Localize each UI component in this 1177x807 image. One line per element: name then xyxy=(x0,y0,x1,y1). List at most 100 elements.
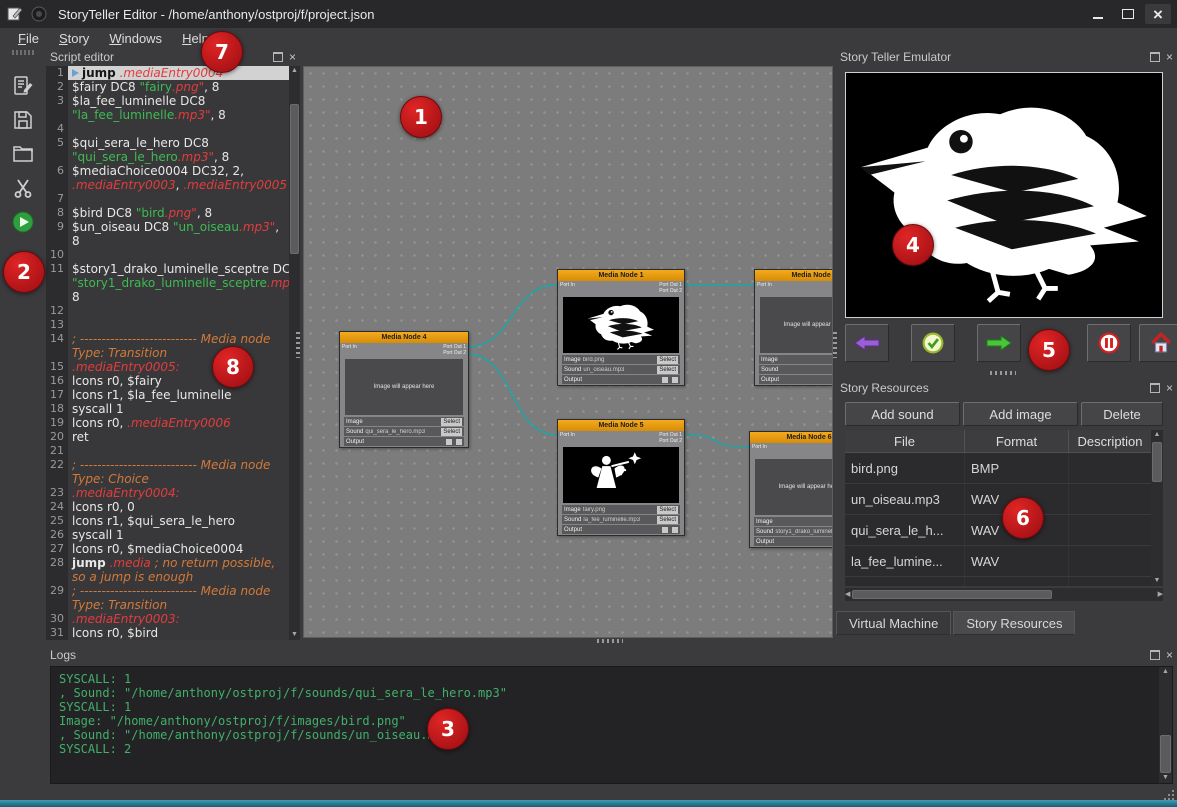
run-story-button[interactable] xyxy=(8,207,38,237)
code-line[interactable]: 18syscall 1 xyxy=(46,402,289,416)
table-row[interactable]: qui_sera_le_h...WAV xyxy=(845,515,1151,546)
add-sound-button[interactable]: Add sound xyxy=(845,402,960,426)
select-button[interactable]: Select xyxy=(441,418,462,426)
next-button[interactable] xyxy=(977,324,1021,362)
column-file[interactable]: File xyxy=(845,430,965,452)
code-line[interactable]: 17lcons r1, $la_fee_luminelle xyxy=(46,388,289,402)
code-line[interactable]: 10 xyxy=(46,248,289,262)
code-line[interactable]: 23.mediaEntry0004: xyxy=(46,486,289,500)
select-button[interactable]: Select xyxy=(657,506,678,514)
menu-story[interactable]: Story xyxy=(49,30,99,47)
code-line[interactable]: 12 xyxy=(46,304,289,318)
close-dock-icon[interactable] xyxy=(1166,382,1173,394)
table-h-scrollbar[interactable] xyxy=(845,588,1163,601)
code-line[interactable]: 27lcons r0, $mediaChoice0004 xyxy=(46,542,289,556)
scroll-right-icon[interactable] xyxy=(1158,590,1163,600)
media-node[interactable]: Media Node 6Port InPort Out 1Port Out 2I… xyxy=(749,431,833,548)
port-in[interactable]: Port In xyxy=(560,282,575,294)
code-line[interactable]: 11$story1_drako_luminelle_sceptre DC8 "s… xyxy=(46,262,289,304)
scroll-down-icon[interactable] xyxy=(291,630,298,640)
scrollbar-thumb[interactable] xyxy=(852,590,1052,599)
ok-button[interactable] xyxy=(911,324,955,362)
scroll-down-icon[interactable] xyxy=(1162,773,1169,783)
float-dock-icon[interactable] xyxy=(1150,383,1160,393)
code-line[interactable]: 2$fairy DC8 "fairy.png", 8 xyxy=(46,80,289,94)
close-dock-icon[interactable] xyxy=(1166,51,1173,63)
cut-button[interactable] xyxy=(8,173,38,203)
table-row[interactable]: fairy.pngBMP xyxy=(845,577,1151,586)
code-line[interactable]: 21 xyxy=(46,444,289,458)
code-line[interactable]: 7 xyxy=(46,192,289,206)
minimize-button[interactable] xyxy=(1085,4,1111,24)
output-icon[interactable] xyxy=(662,377,668,383)
maximize-button[interactable] xyxy=(1115,4,1141,24)
logs-content[interactable]: SYSCALL: 1, Sound: "/home/anthony/ostpro… xyxy=(51,667,1159,783)
scroll-up-icon[interactable] xyxy=(1162,667,1169,677)
code-line[interactable]: 4 xyxy=(46,122,289,136)
scroll-up-icon[interactable] xyxy=(1154,430,1161,440)
code-line[interactable]: 26syscall 1 xyxy=(46,528,289,542)
previous-button[interactable] xyxy=(845,324,889,362)
menu-file[interactable]: File xyxy=(8,30,49,47)
emulator-titlebar[interactable]: Story Teller Emulator xyxy=(836,47,1177,66)
code-line[interactable]: 29; --------------------------- Media no… xyxy=(46,584,289,612)
output-icon[interactable] xyxy=(662,527,668,533)
port-in[interactable]: Port In xyxy=(560,432,575,444)
close-button[interactable] xyxy=(1145,4,1171,24)
code-line[interactable]: 9$un_oiseau DC8 "un_oiseau.mp3", 8 xyxy=(46,220,289,248)
toolbar-drag-handle[interactable] xyxy=(12,50,34,55)
media-node[interactable]: Media Node 1Port InPort Out 1Port Out 2 … xyxy=(557,269,685,386)
save-button[interactable] xyxy=(8,105,38,135)
menu-windows[interactable]: Windows xyxy=(99,30,172,47)
float-dock-icon[interactable] xyxy=(273,52,283,62)
resources-titlebar[interactable]: Story Resources xyxy=(836,378,1177,397)
code-line[interactable]: 25lcons r1, $qui_sera_le_hero xyxy=(46,514,289,528)
select-button[interactable]: Select xyxy=(441,428,462,436)
scrollbar-thumb[interactable] xyxy=(290,104,299,254)
scrollbar-thumb[interactable] xyxy=(1152,442,1162,482)
output-icon[interactable] xyxy=(446,439,452,445)
code-line[interactable]: 28jump .media ; no return possible, so a… xyxy=(46,556,289,584)
script-code[interactable]: 1jump .mediaEntry00042$fairy DC8 "fairy.… xyxy=(46,66,289,640)
code-line[interactable]: 8$bird DC8 "bird.png", 8 xyxy=(46,206,289,220)
table-scrollbar[interactable] xyxy=(1151,430,1163,586)
column-description[interactable]: Description xyxy=(1069,430,1151,452)
code-line[interactable]: 6$mediaChoice0004 DC32, 2, .mediaEntry00… xyxy=(46,164,289,192)
float-dock-icon[interactable] xyxy=(1150,52,1160,62)
scrollbar-thumb[interactable] xyxy=(1160,735,1171,773)
logs-scrollbar[interactable] xyxy=(1159,667,1172,783)
code-line[interactable]: 16lcons r0, $fairy xyxy=(46,374,289,388)
home-button[interactable] xyxy=(1139,324,1177,362)
close-dock-icon[interactable] xyxy=(1166,649,1173,661)
code-line[interactable]: 30.mediaEntry0003: xyxy=(46,612,289,626)
media-node[interactable]: Media Node 3Port InPort Out 1Port Out 2I… xyxy=(754,269,833,386)
pause-button[interactable] xyxy=(1087,324,1131,362)
code-line[interactable]: 19lcons r0, .mediaEntry0006 xyxy=(46,416,289,430)
select-button[interactable]: Select xyxy=(657,516,678,524)
splitter-handle[interactable] xyxy=(296,332,300,358)
code-line[interactable]: 31lcons r0, $bird xyxy=(46,626,289,640)
port-in[interactable]: Port In xyxy=(757,282,772,294)
node-graph-canvas[interactable]: Media Node 4Port InPort Out 1Port Out 2I… xyxy=(303,66,833,638)
select-button[interactable]: Select xyxy=(657,366,678,374)
port-in[interactable]: Port In xyxy=(342,344,357,356)
splitter-handle[interactable] xyxy=(597,639,623,643)
float-dock-icon[interactable] xyxy=(1150,650,1160,660)
code-line[interactable]: 24lcons r0, 0 xyxy=(46,500,289,514)
table-row[interactable]: bird.pngBMP xyxy=(845,453,1151,484)
titlebar[interactable]: StoryTeller Editor - /home/anthony/ostpr… xyxy=(0,0,1177,28)
close-dock-icon[interactable] xyxy=(289,51,296,63)
code-line[interactable]: 13 xyxy=(46,318,289,332)
resize-grip[interactable] xyxy=(1164,790,1174,799)
open-project-button[interactable] xyxy=(8,139,38,169)
logs-titlebar[interactable]: Logs xyxy=(46,645,1177,664)
lock-icon[interactable] xyxy=(672,377,678,383)
port-out-2[interactable]: Port Out 2 xyxy=(443,350,466,356)
column-format[interactable]: Format xyxy=(965,430,1069,452)
code-line[interactable]: 3$la_fee_luminelle DC8 "la_fee_luminelle… xyxy=(46,94,289,122)
scroll-down-icon[interactable] xyxy=(1154,576,1161,586)
tab-story-resources[interactable]: Story Resources xyxy=(953,611,1075,635)
table-row[interactable]: un_oiseau.mp3WAV xyxy=(845,484,1151,515)
code-line[interactable]: 1jump .mediaEntry0004 xyxy=(46,66,289,80)
port-out-2[interactable]: Port Out 2 xyxy=(659,438,682,444)
